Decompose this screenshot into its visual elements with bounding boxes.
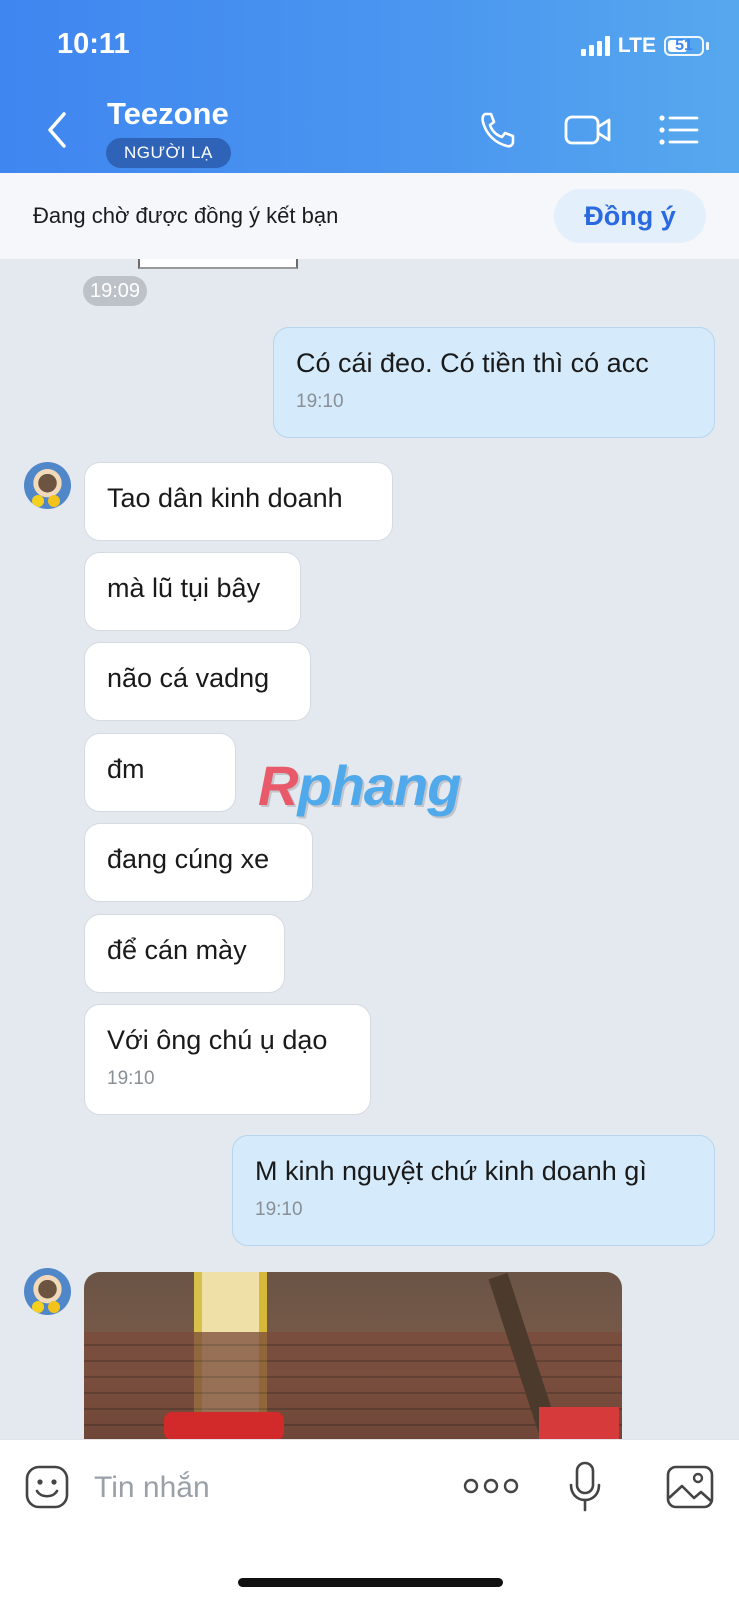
message-time: 19:10: [107, 1068, 155, 1089]
message-input[interactable]: [92, 1462, 436, 1514]
message-time: 19:10: [296, 391, 344, 412]
status-indicators: LTE 51: [580, 34, 709, 58]
image-gallery-icon[interactable]: [665, 1464, 715, 1510]
message-text: để cán mày: [107, 935, 247, 965]
message-text: đang cúng xe: [107, 844, 270, 874]
avatar[interactable]: [24, 462, 71, 509]
emoji-icon[interactable]: [24, 1464, 70, 1510]
message-text: Với ông chú ụ dạo: [107, 1025, 328, 1055]
message-composer: [0, 1439, 739, 1601]
message-text: não cá vadng: [107, 663, 270, 693]
avatar[interactable]: [24, 1268, 71, 1315]
stranger-badge: NGƯỜI LẠ: [106, 138, 231, 168]
message-time: 19:09: [83, 276, 148, 306]
incoming-message[interactable]: đm: [84, 733, 236, 812]
network-type: LTE: [617, 34, 656, 57]
accept-friend-button[interactable]: Đồng ý: [554, 189, 706, 243]
watermark-logo: Rphang: [258, 754, 461, 817]
incoming-message[interactable]: mà lũ tụi bây: [84, 552, 301, 631]
message-text: mà lũ tụi bây: [107, 573, 261, 603]
outgoing-message[interactable]: Có cái đeo. Có tiền thì có acc 19:10: [273, 327, 715, 438]
incoming-message[interactable]: Tao dân kinh doanh: [84, 462, 393, 541]
photo-message[interactable]: [84, 1272, 622, 1439]
battery-icon: 51: [664, 36, 704, 56]
more-options-icon[interactable]: [463, 1476, 519, 1496]
battery-level: 51: [675, 37, 693, 54]
incoming-message[interactable]: để cán mày: [84, 914, 285, 993]
home-indicator: [238, 1578, 503, 1587]
message-list[interactable]: 19:09 Có cái đeo. Có tiền thì có acc 19:…: [0, 259, 739, 1439]
sticker-image[interactable]: [138, 259, 298, 269]
incoming-message[interactable]: Với ông chú ụ dạo 19:10: [84, 1004, 371, 1115]
microphone-icon[interactable]: [568, 1460, 602, 1514]
incoming-message[interactable]: đang cúng xe: [84, 823, 313, 902]
friend-request-text: Đang chờ được đồng ý kết bạn: [33, 203, 339, 228]
message-time: 19:10: [255, 1199, 303, 1220]
video-call-icon[interactable]: [563, 110, 613, 150]
back-icon[interactable]: [40, 108, 76, 152]
friend-request-banner: Đang chờ được đồng ý kết bạn Đồng ý: [0, 173, 739, 259]
message-text: M kinh nguyệt chứ kinh doanh gì: [255, 1156, 647, 1186]
menu-list-icon[interactable]: [657, 110, 701, 150]
phone-icon[interactable]: [475, 110, 519, 150]
chat-header: 10:11 LTE 51 Teezone NGƯỜI LẠ: [0, 0, 739, 173]
contact-name[interactable]: Teezone: [107, 96, 229, 132]
message-text: Tao dân kinh doanh: [107, 483, 343, 513]
incoming-message[interactable]: não cá vadng: [84, 642, 311, 721]
status-time: 10:11: [57, 28, 130, 60]
message-text: Có cái đeo. Có tiền thì có acc: [296, 348, 649, 378]
signal-icon: [580, 36, 610, 56]
message-text: đm: [107, 754, 145, 784]
outgoing-message[interactable]: M kinh nguyệt chứ kinh doanh gì 19:10: [232, 1135, 715, 1246]
